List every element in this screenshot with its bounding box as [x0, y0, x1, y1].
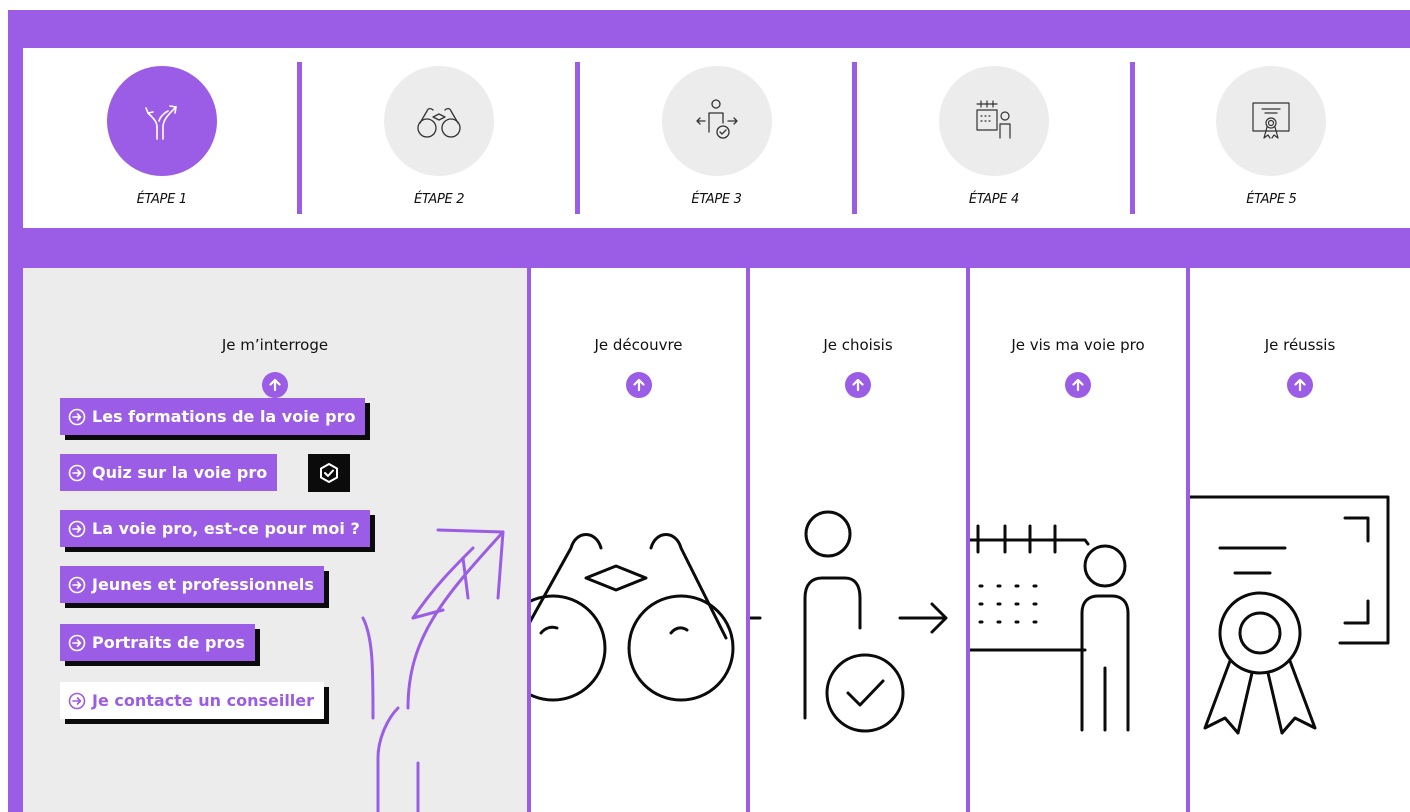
- step-1[interactable]: ÉTAPE 1: [23, 48, 300, 228]
- person-choice-icon: [695, 99, 738, 139]
- panel-title: Je choisis: [823, 336, 893, 354]
- stage-panels: Je m’interroge Les formations de la voie…: [23, 268, 1410, 812]
- calendar-person-icon: [970, 524, 1130, 732]
- menu-link-label: Portraits de pros: [92, 633, 245, 652]
- panel-title: Je vis ma voie pro: [1011, 336, 1145, 354]
- binoculars-icon: [531, 533, 735, 702]
- step-3-label: ÉTAPE 3: [691, 192, 742, 207]
- crossroads-arrows-icon: [361, 528, 505, 812]
- menu-link-label: Jeunes et professionnels: [92, 575, 314, 594]
- arrow-up-circle-icon[interactable]: [1065, 372, 1091, 398]
- binoculars-icon: [417, 107, 461, 138]
- step-2-label: ÉTAPE 2: [414, 192, 465, 207]
- certificate-icon: [1252, 102, 1290, 139]
- arrow-right-circle-icon: [68, 520, 86, 537]
- panel-je-choisis[interactable]: Je choisis: [750, 268, 966, 812]
- panel-je-reussis[interactable]: Je réussis: [1190, 268, 1410, 812]
- menu-link-label: La voie pro, est-ce pour moi ?: [92, 519, 360, 538]
- step-5-label: ÉTAPE 5: [1246, 192, 1297, 207]
- calendar-person-icon: [976, 100, 1011, 139]
- step-3-circle: [661, 66, 772, 176]
- arrow-right-circle-icon: [68, 576, 86, 593]
- menu-link-contacte-conseiller[interactable]: Je contacte un conseiller: [60, 682, 325, 719]
- arrow-right-circle-icon: [68, 692, 86, 709]
- crossroads-arrows-icon: [144, 105, 177, 140]
- step-4[interactable]: ÉTAPE 4: [852, 48, 1132, 228]
- menu-link-formations[interactable]: Les formations de la voie pro: [60, 398, 366, 435]
- shield-check-icon: [308, 454, 350, 492]
- panel-je-decouvre[interactable]: Je découvre: [531, 268, 746, 812]
- arrow-up-circle-icon[interactable]: [626, 372, 652, 398]
- arrow-right-circle-icon: [68, 408, 86, 425]
- panel-je-vis-ma-voie-pro[interactable]: Je vis ma voie pro: [970, 268, 1186, 812]
- panel-je-minterroge: Je m’interroge Les formations de la voie…: [23, 268, 527, 812]
- steps-bar: ÉTAPE 1 ÉTAPE 2 ÉTAPE 3 ÉTAPE 4 ÉTAPE 5: [23, 48, 1410, 228]
- step-4-circle: [938, 66, 1049, 176]
- page-frame: ÉTAPE 1 ÉTAPE 2 ÉTAPE 3 ÉTAPE 4 ÉTAPE 5 …: [8, 10, 1410, 812]
- arrow-up-circle-icon[interactable]: [845, 372, 871, 398]
- certificate-icon: [1190, 495, 1390, 735]
- menu-link-jeunes-et-professionnels[interactable]: Jeunes et professionnels: [60, 566, 324, 603]
- panel-title: Je m’interroge: [221, 336, 329, 354]
- menu-link-quiz[interactable]: Quiz sur la voie pro: [60, 454, 278, 491]
- step-1-label: ÉTAPE 1: [136, 192, 188, 207]
- arrow-up-circle-icon[interactable]: [1287, 372, 1313, 398]
- menu-link-est-ce-pour-moi[interactable]: La voie pro, est-ce pour moi ?: [60, 510, 370, 547]
- panel-title: Je réussis: [1264, 336, 1336, 354]
- step-2-circle: [384, 66, 495, 176]
- step-3[interactable]: ÉTAPE 3: [574, 48, 855, 228]
- step-5[interactable]: ÉTAPE 5: [1129, 48, 1410, 228]
- arrow-right-circle-icon: [68, 634, 86, 651]
- step-4-label: ÉTAPE 4: [968, 192, 1020, 207]
- panel-title: Je découvre: [594, 336, 683, 354]
- menu-link-portraits-de-pros[interactable]: Portraits de pros: [60, 624, 255, 661]
- arrow-right-circle-icon: [68, 464, 86, 481]
- step-5-circle: [1216, 66, 1327, 176]
- menu-link-label: Quiz sur la voie pro: [92, 463, 268, 482]
- arrow-up-circle-icon[interactable]: [262, 372, 288, 398]
- menu-link-label: Les formations de la voie pro: [92, 407, 356, 426]
- step-2[interactable]: ÉTAPE 2: [297, 48, 577, 228]
- menu-link-label: Je contacte un conseiller: [92, 691, 315, 710]
- step-1-circle: [106, 66, 217, 176]
- person-choice-icon: [750, 510, 948, 733]
